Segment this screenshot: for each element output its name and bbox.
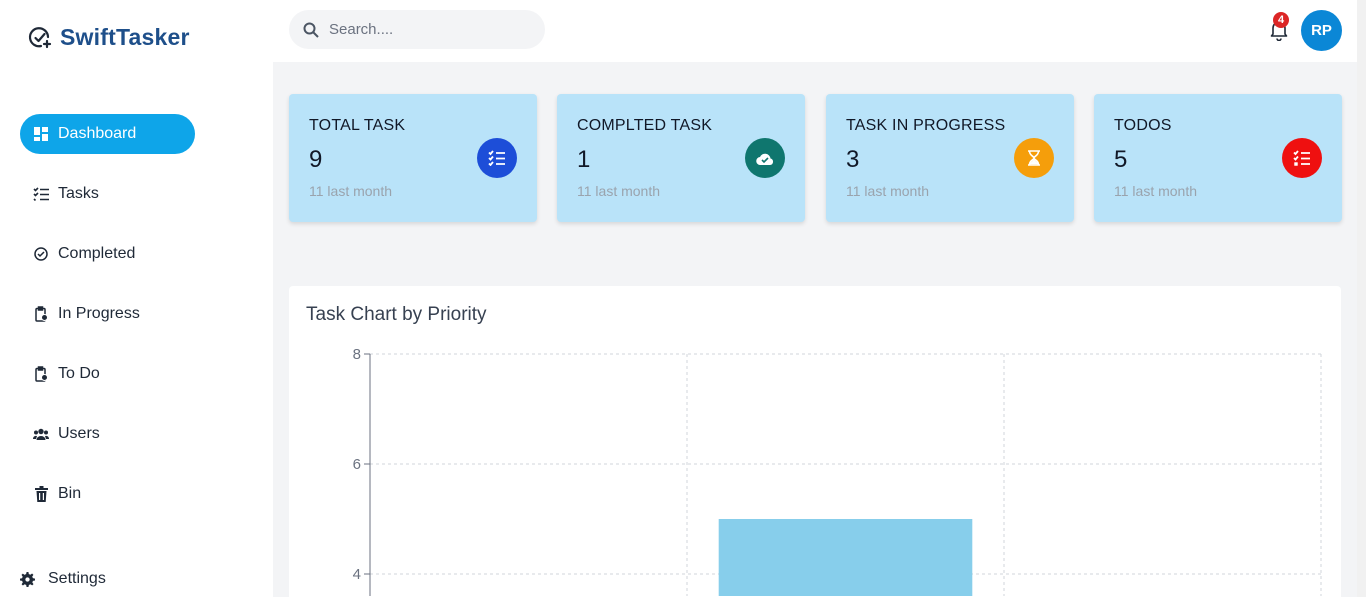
chart-bar	[718, 519, 973, 596]
sidebar-item-users[interactable]: Users	[20, 414, 195, 454]
app-logo[interactable]: SwiftTasker	[28, 24, 190, 51]
search-icon	[303, 22, 319, 38]
sidebar-item-label: In Progress	[58, 305, 140, 322]
sidebar-nav: Dashboard Tasks Completed In Progress To…	[20, 114, 195, 534]
priority-chart-panel: Task Chart by Priority 468	[289, 286, 1341, 597]
stat-value: 1	[577, 146, 591, 173]
main-content: TOTAL TASK 9 11 last month COMPLTED TASK…	[273, 62, 1357, 597]
check-circle-plus-icon	[28, 26, 52, 48]
dashboard-icon	[33, 126, 49, 142]
sidebar-item-in-progress[interactable]: In Progress	[20, 294, 195, 334]
sidebar: SwiftTasker Dashboard Tasks Completed In…	[0, 0, 273, 597]
check-circle-icon	[33, 246, 49, 262]
trash-icon	[33, 486, 49, 502]
clipboard-clock-icon	[33, 366, 49, 382]
stat-card-task-in-progress: TASK IN PROGRESS 3 11 last month	[826, 94, 1074, 222]
list-check-icon	[477, 138, 517, 178]
stat-subtext: 11 last month	[309, 183, 393, 199]
app-name: SwiftTasker	[60, 24, 190, 50]
stat-card-todos: TODOS 5 11 last month	[1094, 94, 1342, 222]
search-input[interactable]	[329, 21, 529, 38]
sidebar-item-label: Tasks	[58, 185, 99, 202]
clipboard-clock-icon	[33, 306, 49, 322]
sidebar-item-label: Completed	[58, 245, 136, 262]
priority-bar-chart: 4 6 8	[353, 346, 1322, 596]
stat-label: TODOS	[1114, 117, 1172, 134]
top-bar: 4 RP	[273, 0, 1357, 62]
cloud-check-icon	[745, 138, 785, 178]
notification-badge: 4	[1273, 12, 1289, 28]
stat-card-completed-task: COMPLTED TASK 1 11 last month	[557, 94, 805, 222]
stat-value: 3	[846, 146, 860, 173]
sidebar-item-to-do[interactable]: To Do	[20, 354, 195, 394]
stat-label: TOTAL TASK	[309, 117, 406, 134]
sidebar-item-label: Dashboard	[58, 125, 137, 142]
sidebar-item-bin[interactable]: Bin	[20, 474, 195, 514]
y-tick-label: 4	[353, 566, 361, 583]
search-bar	[289, 10, 545, 49]
sidebar-item-tasks[interactable]: Tasks	[20, 174, 195, 214]
stat-value: 9	[309, 146, 323, 173]
user-avatar[interactable]: RP	[1301, 10, 1342, 51]
hourglass-icon	[1014, 138, 1054, 178]
sidebar-item-label: Users	[58, 425, 100, 442]
users-icon	[33, 426, 49, 442]
stat-subtext: 11 last month	[846, 183, 930, 199]
settings-link[interactable]: Settings	[20, 570, 106, 588]
gear-icon	[20, 571, 35, 587]
sidebar-item-dashboard[interactable]: Dashboard	[20, 114, 195, 154]
sidebar-item-label: Bin	[58, 485, 82, 502]
sidebar-item-label: To Do	[58, 365, 100, 382]
scrollbar[interactable]	[1357, 0, 1366, 597]
stat-value: 5	[1114, 146, 1128, 173]
y-tick-label: 6	[353, 456, 361, 473]
settings-label: Settings	[48, 570, 106, 587]
stat-label: TASK IN PROGRESS	[846, 117, 1006, 134]
stat-label: COMPLTED TASK	[577, 117, 713, 134]
stat-subtext: 11 last month	[1114, 183, 1198, 199]
stat-card-total-task: TOTAL TASK 9 11 last month	[289, 94, 537, 222]
sidebar-item-completed[interactable]: Completed	[20, 234, 195, 274]
tasks-icon	[33, 186, 49, 202]
stat-subtext: 11 last month	[577, 183, 661, 199]
y-tick-label: 8	[353, 346, 361, 363]
list-todo-icon	[1282, 138, 1322, 178]
